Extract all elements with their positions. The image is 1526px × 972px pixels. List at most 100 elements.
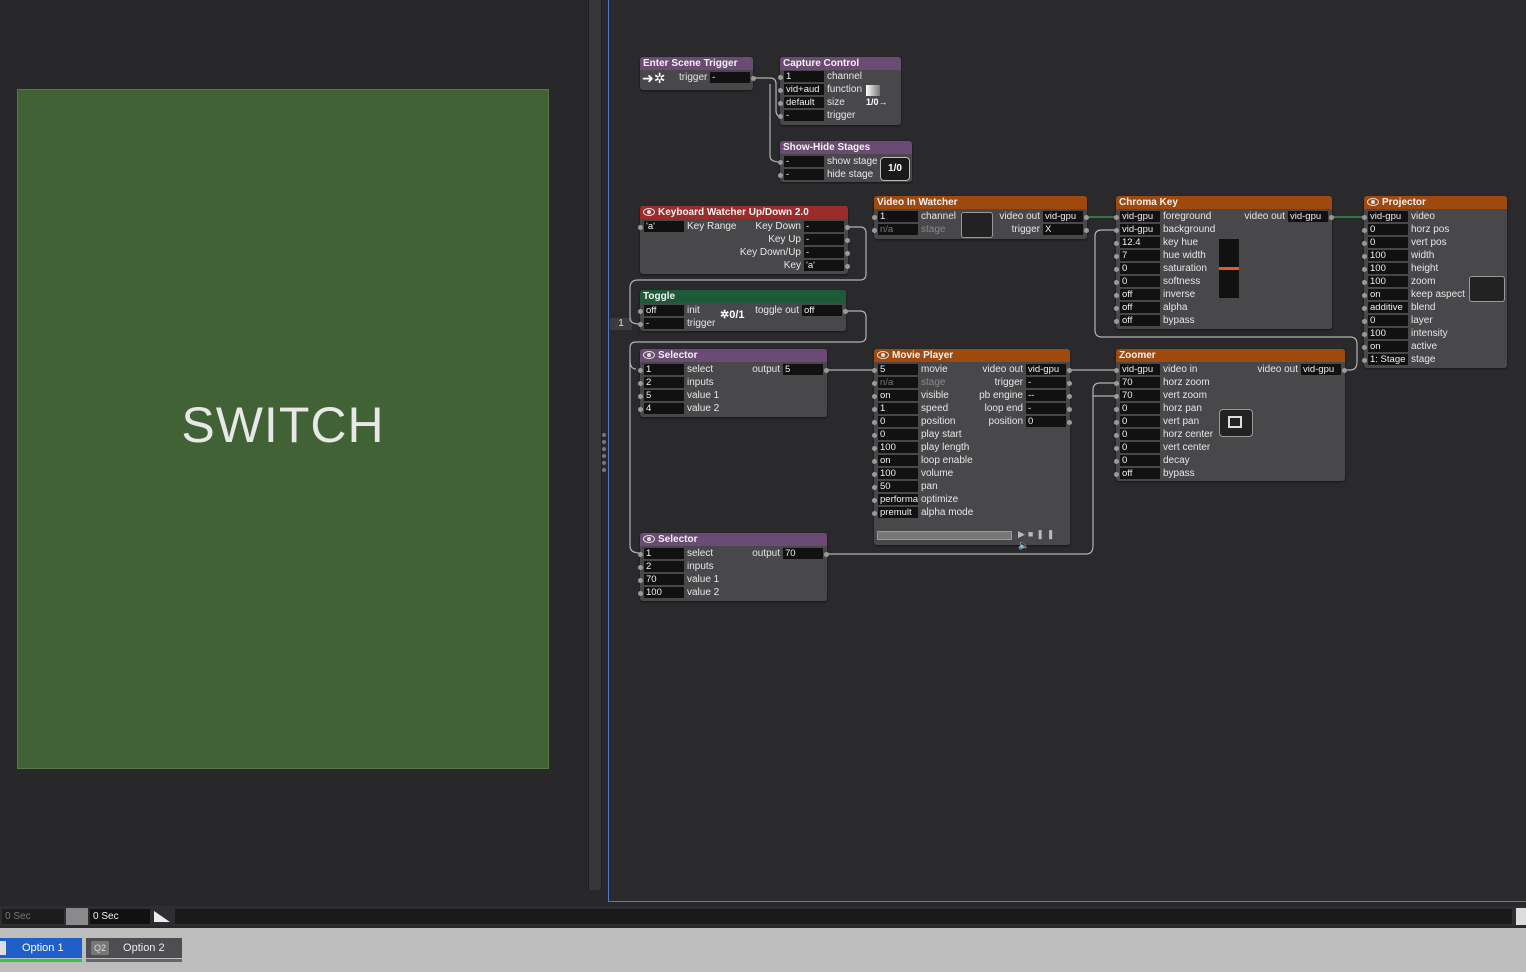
input-port[interactable] bbox=[872, 420, 877, 425]
output-value[interactable]: - bbox=[1026, 377, 1066, 388]
input-port[interactable] bbox=[1114, 319, 1119, 324]
divider-grip-icon[interactable] bbox=[601, 430, 607, 480]
output-value[interactable]: - bbox=[804, 234, 844, 245]
input-port[interactable] bbox=[1114, 306, 1119, 311]
input-port[interactable] bbox=[638, 225, 643, 230]
input-value[interactable]: 0 bbox=[1368, 315, 1408, 326]
input-port[interactable] bbox=[1362, 228, 1367, 233]
output-value[interactable]: - bbox=[710, 72, 751, 83]
input-port[interactable] bbox=[1114, 472, 1119, 477]
input-value[interactable]: vid+aud bbox=[784, 84, 824, 95]
input-port[interactable] bbox=[1114, 241, 1119, 246]
input-port[interactable] bbox=[872, 498, 877, 503]
movie-scrubber[interactable] bbox=[877, 531, 1012, 540]
input-port[interactable] bbox=[778, 114, 783, 119]
output-value[interactable]: off bbox=[802, 305, 842, 316]
input-value[interactable]: n/a bbox=[878, 224, 918, 235]
input-port[interactable] bbox=[1362, 241, 1367, 246]
input-value[interactable]: performance bbox=[878, 494, 918, 505]
input-port[interactable] bbox=[778, 88, 783, 93]
input-value[interactable]: 0 bbox=[1120, 403, 1160, 414]
input-port[interactable] bbox=[1362, 280, 1367, 285]
input-port[interactable] bbox=[1114, 394, 1119, 399]
input-port[interactable] bbox=[1114, 433, 1119, 438]
input-port[interactable] bbox=[872, 368, 877, 373]
output-port[interactable] bbox=[751, 76, 756, 81]
input-value[interactable]: vid-gpu bbox=[1368, 211, 1408, 222]
pane-divider[interactable] bbox=[588, 0, 602, 890]
output-value[interactable]: 5 bbox=[783, 364, 823, 375]
input-value[interactable]: on bbox=[1368, 341, 1408, 352]
input-port[interactable] bbox=[1114, 280, 1119, 285]
input-value[interactable]: 0 bbox=[1120, 429, 1160, 440]
output-port[interactable] bbox=[1067, 394, 1072, 399]
input-port[interactable] bbox=[1114, 267, 1119, 272]
input-port[interactable] bbox=[872, 472, 877, 477]
envelope-icon[interactable] bbox=[66, 908, 88, 925]
input-value[interactable]: 0 bbox=[1120, 263, 1160, 274]
output-port[interactable] bbox=[824, 368, 829, 373]
input-port[interactable] bbox=[778, 101, 783, 106]
actor-video-in-watcher[interactable]: Video In Watcher 1 channel n/a stage video… bbox=[872, 196, 1089, 239]
output-value[interactable]: 0 bbox=[1026, 416, 1066, 427]
actor-keyboard-watcher[interactable]: Keyboard Watcher Up/Down 2.0 'a' Key Rang… bbox=[638, 206, 850, 274]
eye-icon[interactable] bbox=[643, 535, 655, 544]
input-value[interactable]: 50 bbox=[878, 481, 918, 492]
movie-transport-icons[interactable]: ▶■❚❚🔈 bbox=[1018, 529, 1070, 551]
output-port[interactable] bbox=[1084, 228, 1089, 233]
input-port[interactable] bbox=[1362, 319, 1367, 324]
input-value[interactable]: 100 bbox=[1368, 328, 1408, 339]
input-value[interactable]: 1 bbox=[644, 364, 684, 375]
actor-show-hide-stages[interactable]: Show-Hide Stages - show stage - hide stage… bbox=[778, 141, 912, 182]
scene-tab-option-2[interactable]: Q2 Option 2 bbox=[86, 938, 182, 958]
input-port[interactable] bbox=[872, 433, 877, 438]
input-value[interactable]: 70 bbox=[1120, 390, 1160, 401]
input-value[interactable]: 4 bbox=[644, 403, 684, 414]
actor-capture-control[interactable]: Capture Control 1 channel vid+aud function… bbox=[778, 57, 901, 125]
output-value[interactable]: vid-gpu bbox=[1301, 364, 1341, 375]
output-value[interactable]: X bbox=[1043, 224, 1083, 235]
input-value[interactable]: 12.4 bbox=[1120, 237, 1160, 248]
input-port[interactable] bbox=[778, 160, 783, 165]
input-value[interactable]: 100 bbox=[1368, 250, 1408, 261]
input-port[interactable] bbox=[872, 446, 877, 451]
input-port[interactable] bbox=[638, 552, 643, 557]
input-value[interactable]: - bbox=[784, 110, 824, 121]
input-value[interactable]: off bbox=[1120, 302, 1160, 313]
input-port[interactable] bbox=[1114, 459, 1119, 464]
stage-preview[interactable]: SWITCH bbox=[17, 89, 549, 769]
input-value[interactable]: 100 bbox=[1368, 263, 1408, 274]
input-port[interactable] bbox=[1114, 407, 1119, 412]
eye-icon[interactable] bbox=[877, 351, 889, 360]
input-port[interactable] bbox=[1362, 306, 1367, 311]
input-value[interactable]: 0 bbox=[1368, 224, 1408, 235]
input-port[interactable] bbox=[872, 228, 877, 233]
input-value[interactable]: 5 bbox=[878, 364, 918, 375]
input-port[interactable] bbox=[1114, 215, 1119, 220]
input-value[interactable]: 2 bbox=[644, 561, 684, 572]
input-value[interactable]: 1: Stage bbox=[1368, 354, 1408, 365]
input-value[interactable]: 70 bbox=[644, 574, 684, 585]
input-port[interactable] bbox=[638, 381, 643, 386]
input-port[interactable] bbox=[1362, 345, 1367, 350]
output-port[interactable] bbox=[843, 309, 848, 314]
input-value[interactable]: 1 bbox=[878, 403, 918, 414]
input-port[interactable] bbox=[872, 407, 877, 412]
output-port[interactable] bbox=[1329, 215, 1334, 220]
input-value[interactable]: 1 bbox=[878, 211, 918, 222]
time-field-a[interactable]: 0 Sec bbox=[2, 909, 64, 924]
input-value[interactable]: off bbox=[1120, 315, 1160, 326]
output-port[interactable] bbox=[845, 238, 850, 243]
input-value[interactable]: 100 bbox=[644, 587, 684, 598]
input-value[interactable]: 0 bbox=[1120, 416, 1160, 427]
input-value[interactable]: 0 bbox=[878, 416, 918, 427]
input-value[interactable]: - bbox=[644, 318, 684, 329]
input-value[interactable]: 0 bbox=[1120, 442, 1160, 453]
output-port[interactable] bbox=[845, 264, 850, 269]
input-port[interactable] bbox=[1114, 368, 1119, 373]
input-value[interactable]: 0 bbox=[878, 429, 918, 440]
input-port[interactable] bbox=[872, 511, 877, 516]
input-value[interactable]: on bbox=[878, 455, 918, 466]
input-port[interactable] bbox=[1114, 381, 1119, 386]
input-port[interactable] bbox=[1114, 254, 1119, 259]
